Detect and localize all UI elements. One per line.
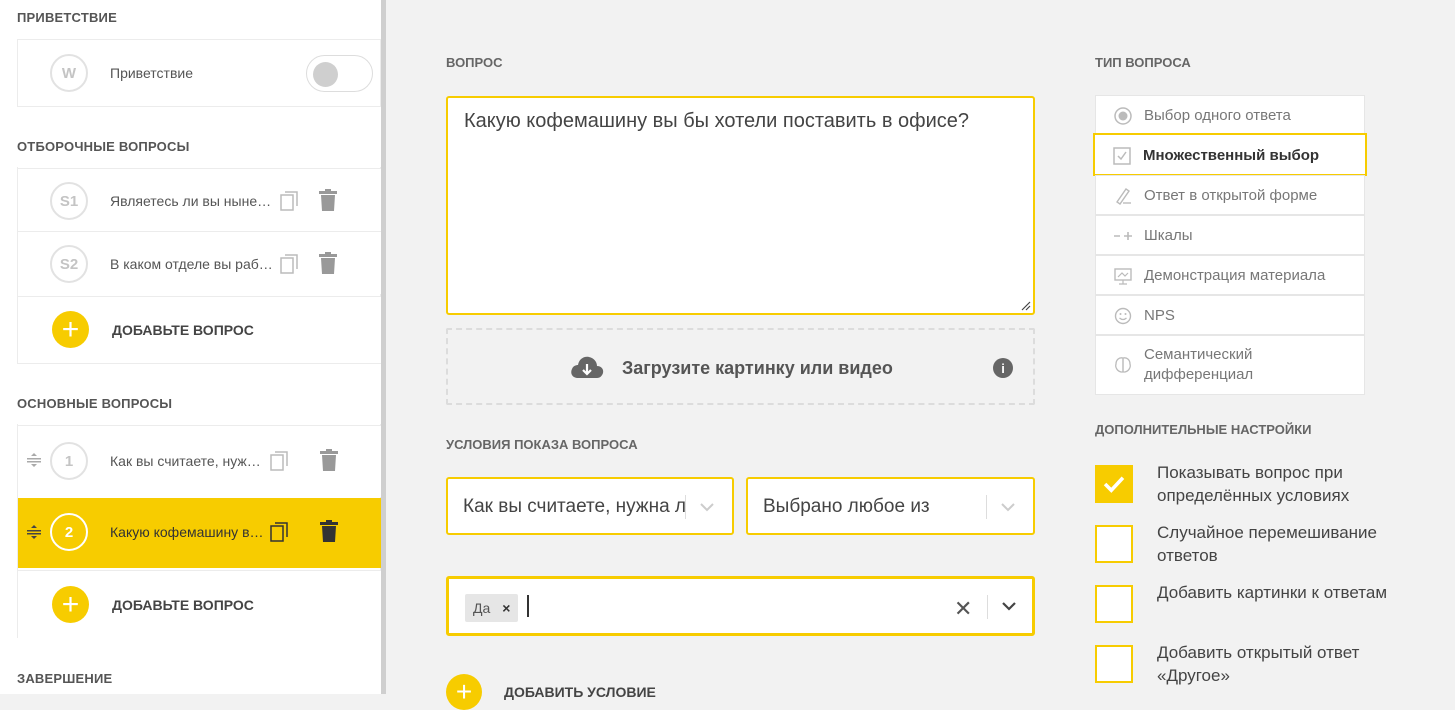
condition-question-value: Как вы считаете, нужна ли в офисе — [463, 496, 685, 517]
type-semantic-differential[interactable]: Семантический дифференциал — [1095, 335, 1365, 395]
question-type-title: Тип вопроса — [1095, 55, 1191, 70]
other-answer-checkbox[interactable] — [1095, 645, 1133, 683]
type-multiple-choice[interactable]: Множественный выбор — [1093, 133, 1367, 176]
question-badge: 1 — [50, 442, 88, 480]
question-editor: Вопрос Какую кофемашину вы бы хотели пос… — [386, 10, 1455, 710]
type-presentation[interactable]: Демонстрация материала — [1095, 255, 1365, 295]
type-label: Семантический дифференциал — [1144, 346, 1254, 383]
list-item[interactable]: S1 Являетесь ли вы нынешним сотрудником — [18, 168, 381, 231]
show-conditionally-checkbox[interactable] — [1095, 465, 1133, 503]
resize-grip-icon[interactable] — [1021, 301, 1031, 311]
chevron-down-icon — [1001, 503, 1015, 512]
toggle-knob — [313, 62, 338, 87]
trash-icon[interactable] — [319, 189, 337, 211]
copy-icon[interactable] — [280, 254, 298, 274]
checkbox-icon — [1113, 147, 1131, 165]
condition-operator-select[interactable]: Выбрано любое из — [746, 477, 1035, 535]
screening-section-title: Отборочные вопросы — [17, 139, 190, 154]
extra-settings-title: Дополнительные настройки — [1095, 422, 1312, 437]
welcome-item[interactable]: W Приветствие — [17, 39, 381, 107]
copy-icon[interactable] — [270, 522, 288, 542]
type-nps[interactable]: NPS — [1095, 295, 1365, 335]
list-item[interactable]: 1 Как вы считаете, нужна ли в офисе — [18, 425, 381, 497]
finish-section-title: Завершение — [17, 671, 113, 686]
question-text-value: Какую кофемашину вы бы хотели поставить … — [464, 110, 969, 132]
type-scales[interactable]: Шкалы — [1095, 215, 1365, 255]
drag-handle-icon[interactable] — [27, 525, 41, 539]
trash-icon[interactable] — [319, 252, 337, 274]
question-badge: S1 — [50, 182, 88, 220]
add-condition-label: Добавить условие — [504, 684, 656, 700]
list-item-active[interactable]: 2 Какую кофемашину вы бы хотели — [18, 498, 381, 568]
plus-icon: + — [52, 586, 89, 623]
type-label: Выбор одного ответа — [1144, 107, 1291, 124]
checkmark-icon — [1103, 476, 1125, 493]
info-icon[interactable]: i — [993, 358, 1013, 378]
answer-images-label: Добавить картинки к ответам — [1157, 583, 1388, 602]
select-separator — [986, 495, 987, 519]
question-badge: 2 — [50, 513, 88, 551]
type-label: Шкалы — [1144, 227, 1193, 244]
type-label: Демонстрация материала — [1144, 267, 1326, 284]
welcome-toggle[interactable] — [306, 55, 373, 92]
chevron-down-icon — [700, 503, 714, 512]
question-text: Как вы считаете, нужна ли в офисе — [110, 453, 265, 469]
pen-icon — [1116, 188, 1131, 205]
add-screening-question-button[interactable]: + Добавьте вопрос — [18, 296, 381, 363]
condition-operator-value: Выбрано любое из — [763, 496, 930, 517]
question-textarea[interactable]: Какую кофемашину вы бы хотели поставить … — [446, 96, 1035, 315]
type-single-choice[interactable]: Выбор одного ответа — [1095, 95, 1365, 135]
trash-icon[interactable] — [320, 520, 338, 542]
presentation-icon — [1114, 268, 1132, 285]
main-section-title: Основные вопросы — [17, 396, 173, 411]
select-separator — [987, 595, 988, 619]
upload-label: Загрузите картинку или видео — [622, 358, 893, 378]
condition-question-select[interactable]: Как вы считаете, нужна ли в офисе — [446, 477, 734, 535]
copy-icon[interactable] — [280, 191, 298, 211]
question-badge: S2 — [50, 245, 88, 283]
conditions-label: Условия показа вопроса — [446, 437, 638, 452]
welcome-label: Приветствие — [110, 65, 193, 81]
radio-icon — [1114, 107, 1132, 125]
question-text: В каком отделе вы работаете — [110, 256, 278, 272]
selected-value-tag: Да × — [465, 594, 519, 622]
question-text: Какую кофемашину вы бы хотели — [110, 524, 268, 540]
question-text: Являетесь ли вы нынешним сотрудником — [110, 193, 278, 209]
cloud-upload-icon — [571, 356, 604, 378]
copy-icon[interactable] — [270, 451, 288, 471]
question-label: Вопрос — [446, 55, 503, 70]
condition-values-multiselect[interactable]: Да × ✕ — [446, 576, 1035, 636]
trash-icon[interactable] — [320, 449, 338, 471]
show-conditionally-label: Показывать вопрос при определённых услов… — [1157, 463, 1350, 505]
answer-images-checkbox[interactable] — [1095, 585, 1133, 623]
nps-icon — [1114, 307, 1132, 325]
plus-icon: + — [52, 311, 89, 348]
upload-media-dropzone[interactable]: Загрузите картинку или видео i — [446, 328, 1035, 405]
select-separator — [685, 495, 686, 519]
drag-handle-icon[interactable] — [27, 453, 41, 467]
shuffle-answers-label: Случайное перемешивание ответов — [1157, 523, 1378, 565]
welcome-section-title: Приветствие — [17, 10, 117, 25]
text-caret — [527, 595, 529, 617]
welcome-badge: W — [50, 54, 88, 92]
type-label: Множественный выбор — [1143, 147, 1320, 164]
other-answer-label: Добавить открытый ответ «Другое» — [1157, 643, 1360, 685]
sidebar: Приветствие W Приветствие Отборочные воп… — [0, 0, 381, 694]
add-main-question-button[interactable]: + Добавьте вопрос — [18, 570, 381, 638]
chevron-down-icon[interactable] — [1001, 598, 1017, 614]
clear-icon[interactable]: ✕ — [954, 596, 972, 622]
add-question-label: Добавьте вопрос — [112, 322, 254, 338]
type-label: Ответ в открытой форме — [1144, 187, 1318, 204]
scale-icon — [1114, 232, 1132, 240]
list-item[interactable]: S2 В каком отделе вы работаете — [18, 231, 381, 294]
tag-label: Да — [473, 600, 491, 616]
brain-icon — [1115, 357, 1131, 373]
type-label: NPS — [1144, 307, 1175, 324]
plus-icon: + — [446, 674, 482, 710]
type-open-answer[interactable]: Ответ в открытой форме — [1095, 175, 1365, 215]
shuffle-answers-checkbox[interactable] — [1095, 525, 1133, 563]
add-question-label: Добавьте вопрос — [112, 597, 254, 613]
tag-remove-icon[interactable]: × — [502, 600, 510, 616]
